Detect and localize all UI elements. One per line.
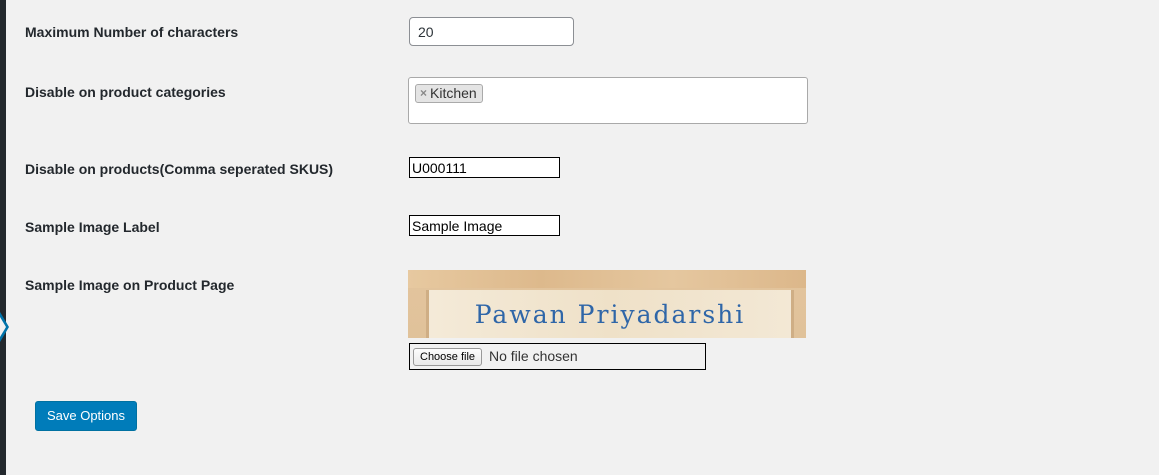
chip-label: Kitchen [430, 85, 477, 101]
sample-label-label: Sample Image Label [25, 219, 160, 235]
save-options-button[interactable]: Save Options [35, 401, 137, 431]
category-multiselect[interactable]: × Kitchen [408, 77, 808, 124]
disable-categories-label: Disable on product categories [25, 84, 226, 100]
sample-image-wood-band [408, 270, 806, 288]
sample-image-preview: Pawan Priyadarshi [408, 270, 806, 338]
choose-file-button[interactable]: Choose file [413, 348, 483, 366]
sample-label-input[interactable] [409, 215, 560, 236]
file-input[interactable]: Choose file No file chosen [409, 343, 706, 370]
file-status-text: No file chosen [489, 348, 578, 364]
collapse-arrow-inner [0, 317, 6, 337]
sample-image-label: Sample Image on Product Page [25, 277, 235, 293]
category-chip-kitchen: × Kitchen [415, 84, 483, 103]
disable-products-label: Disable on products(Comma seperated SKUS… [25, 161, 334, 177]
admin-sidebar-edge [0, 0, 6, 475]
sku-input[interactable] [409, 157, 560, 178]
sample-image-text: Pawan Priyadarshi [474, 300, 746, 329]
sample-image-panel: Pawan Priyadarshi [426, 290, 794, 338]
remove-chip-icon[interactable]: × [420, 85, 427, 102]
max-chars-label: Maximum Number of characters [25, 24, 239, 40]
max-chars-input[interactable] [409, 17, 574, 46]
